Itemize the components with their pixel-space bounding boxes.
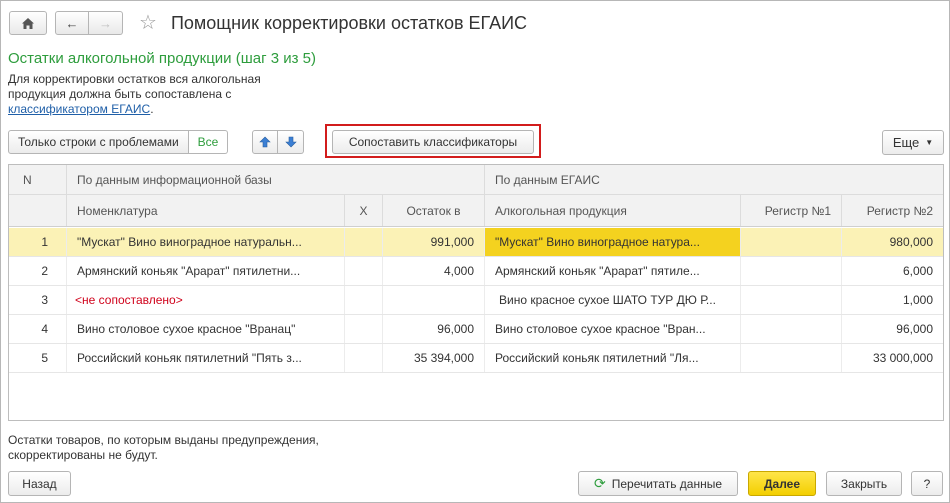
cell-x[interactable]	[344, 257, 382, 285]
favorite-star-icon[interactable]: ☆	[139, 13, 157, 33]
arrow-up-icon	[259, 136, 271, 148]
column-n-header[interactable]: N	[9, 165, 66, 194]
cell-balance[interactable]: 96,000	[382, 315, 484, 343]
warning-note-line-2: скорректированы не будут.	[8, 448, 158, 462]
more-button[interactable]: Еще ▼	[882, 130, 944, 155]
column-register1-header[interactable]: Регистр №1	[740, 195, 841, 226]
close-button[interactable]: Закрыть	[826, 471, 902, 496]
cell-n: 1	[41, 235, 48, 249]
description: Для корректировки остатков вся алкогольн…	[8, 72, 298, 117]
cell-n: 5	[41, 351, 48, 365]
cell-nomenclature[interactable]: "Мускат" Вино виноградное натуральн...	[66, 228, 344, 256]
home-icon	[22, 17, 34, 29]
filter-problems-button[interactable]: Только строки с проблемами	[8, 130, 189, 154]
group-header-row: N По данным информационной базы По данны…	[9, 165, 943, 195]
group-header-infobase: По данным информационной базы	[66, 165, 484, 194]
forward-nav-button[interactable]: →	[89, 11, 123, 35]
back-nav-button[interactable]: ←	[55, 11, 89, 35]
cell-nomenclature-unmatched[interactable]: <не сопоставлено>	[66, 286, 344, 314]
help-button[interactable]: ?	[911, 471, 943, 496]
reread-button[interactable]: ⟳ Перечитать данные	[578, 471, 738, 496]
window-title: Помощник корректировки остатков ЕГАИС	[170, 12, 528, 33]
cell-alco-product[interactable]: Вино столовое сухое красное "Вран...	[484, 315, 740, 343]
column-n-subheader	[9, 195, 66, 226]
next-button[interactable]: Далее	[748, 471, 816, 496]
column-alco-product-header[interactable]: Алкогольная продукция	[484, 195, 740, 226]
cell-nomenclature[interactable]: Вино столовое сухое красное "Вранац"	[66, 315, 344, 343]
column-balance-header[interactable]: Остаток в	[382, 195, 484, 226]
header-bar: ← → ☆ Помощник корректировки остатков ЕГ…	[9, 9, 527, 37]
cell-alco-product[interactable]: Российский коньяк пятилетний "Ля...	[484, 344, 740, 372]
cell-register2[interactable]: 6,000	[841, 257, 943, 285]
move-up-button[interactable]	[252, 130, 278, 154]
table-toolbar: Только строки с проблемами Все Сопостави…	[8, 124, 944, 158]
cell-x[interactable]	[344, 286, 382, 314]
match-classifiers-button[interactable]: Сопоставить классификаторы	[332, 130, 534, 154]
arrow-right-icon: →	[99, 15, 112, 31]
cell-alco-product[interactable]: Армянский коньяк "Арарат" пятиле...	[484, 257, 740, 285]
cell-balance[interactable]: 991,000	[382, 228, 484, 256]
highlight-frame: Сопоставить классификаторы	[325, 124, 541, 158]
description-period: .	[150, 102, 154, 116]
reread-label: Перечитать данные	[611, 476, 723, 491]
column-header-row: Номенклатура X Остаток в Алкогольная про…	[9, 195, 943, 227]
table-row[interactable]: 1 "Мускат" Вино виноградное натуральн...…	[9, 228, 943, 257]
egais-classifier-link[interactable]: классификатором ЕГАИС	[8, 102, 150, 116]
arrow-down-icon	[284, 136, 297, 148]
cell-register1[interactable]	[740, 257, 841, 285]
chevron-down-icon: ▼	[925, 138, 934, 147]
cell-alco-product[interactable]: Вино красное сухое ШАТО ТУР ДЮ Р...	[484, 286, 740, 314]
cell-alco-product[interactable]: "Мускат" Вино виноградное натура...	[484, 228, 740, 256]
cell-register1[interactable]	[740, 286, 841, 314]
table-row[interactable]: 5 Российский коньяк пятилетний "Пять з..…	[9, 344, 943, 373]
cell-register1[interactable]	[740, 344, 841, 372]
assistant-window: ← → ☆ Помощник корректировки остатков ЕГ…	[0, 0, 950, 503]
cell-x[interactable]	[344, 315, 382, 343]
cell-register2[interactable]: 980,000	[841, 228, 943, 256]
description-line-1: Для корректировки остатков вся алкогольн…	[8, 72, 261, 86]
cell-register2[interactable]: 33 000,000	[841, 344, 943, 372]
description-line-2: продукция должна быть сопоставлена с	[8, 87, 232, 101]
group-header-egais: По данным ЕГАИС	[484, 165, 943, 194]
cell-nomenclature[interactable]: Российский коньяк пятилетний "Пять з...	[66, 344, 344, 372]
history-nav: ← →	[55, 11, 123, 35]
move-down-button[interactable]	[278, 130, 304, 154]
column-x-header[interactable]: X	[344, 195, 382, 226]
column-nomenclature-header[interactable]: Номенклатура	[66, 195, 344, 226]
balances-table: N По данным информационной базы По данны…	[8, 164, 944, 421]
cell-balance[interactable]	[382, 286, 484, 314]
back-button[interactable]: Назад	[8, 471, 71, 496]
table-row[interactable]: 4 Вино столовое сухое красное "Вранац" 9…	[9, 315, 943, 344]
filter-toggle: Только строки с проблемами Все	[8, 130, 229, 154]
cell-balance[interactable]: 4,000	[382, 257, 484, 285]
arrow-left-icon: ←	[65, 15, 79, 31]
table-row[interactable]: 2 Армянский коньяк "Арарат" пятилетни...…	[9, 257, 943, 286]
home-button[interactable]	[9, 11, 47, 35]
refresh-icon: ⟳	[593, 475, 606, 491]
cell-n: 2	[41, 264, 48, 278]
cell-x[interactable]	[344, 228, 382, 256]
cell-n: 4	[41, 322, 48, 336]
table-row[interactable]: 3 <не сопоставлено> Вино красное сухое Ш…	[9, 286, 943, 315]
cell-register2[interactable]: 96,000	[841, 315, 943, 343]
step-title: Остатки алкогольной продукции (шаг 3 из …	[8, 50, 317, 67]
move-buttons	[252, 130, 304, 154]
warning-note: Остатки товаров, по которым выданы преду…	[8, 433, 319, 463]
cell-n: 3	[41, 293, 48, 307]
cell-balance[interactable]: 35 394,000	[382, 344, 484, 372]
cell-x[interactable]	[344, 344, 382, 372]
more-label: Еще	[892, 135, 920, 150]
warning-note-line-1: Остатки товаров, по которым выданы преду…	[8, 433, 319, 447]
cell-register1[interactable]	[740, 228, 841, 256]
cell-register2[interactable]: 1,000	[841, 286, 943, 314]
filter-all-button[interactable]: Все	[188, 130, 229, 154]
column-register2-header[interactable]: Регистр №2	[841, 195, 943, 226]
cell-nomenclature[interactable]: Армянский коньяк "Арарат" пятилетни...	[66, 257, 344, 285]
cell-register1[interactable]	[740, 315, 841, 343]
